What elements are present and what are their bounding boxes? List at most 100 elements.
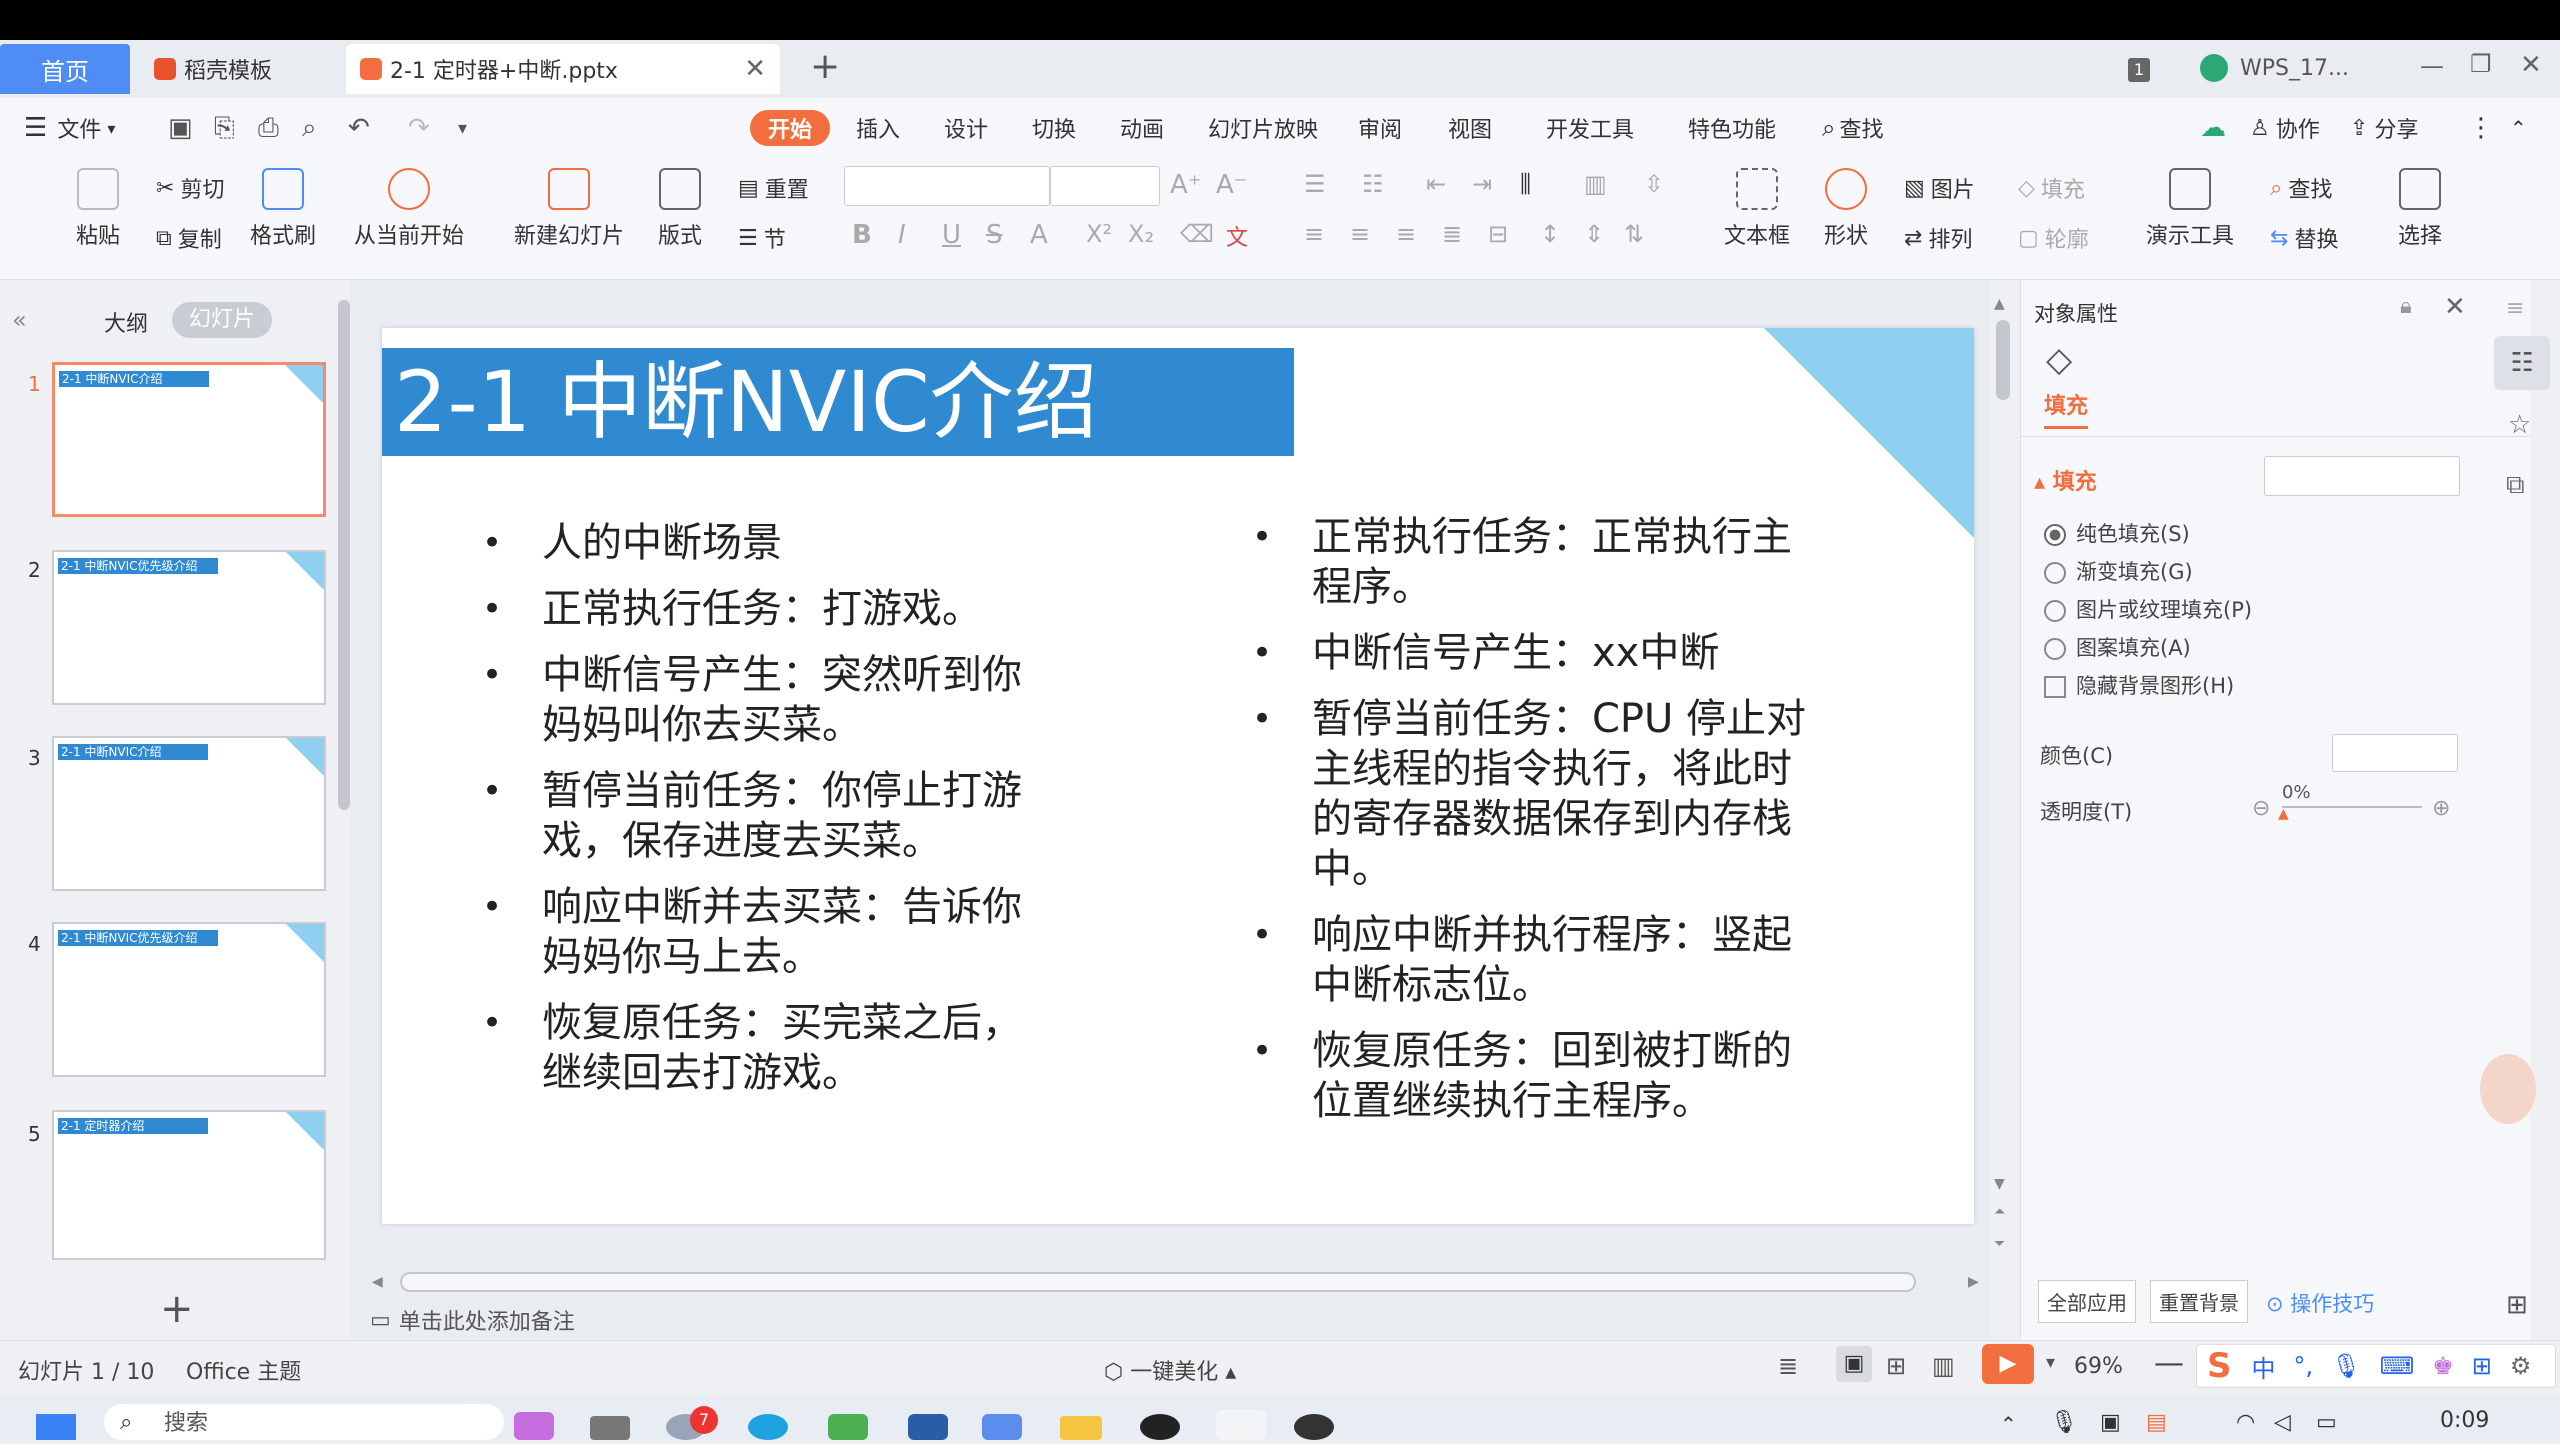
settings-icon[interactable]: ⚙ bbox=[2510, 1352, 2532, 1380]
tab-slides[interactable]: 幻灯片 bbox=[172, 302, 272, 338]
present-tools-button[interactable]: 演示工具 bbox=[2146, 168, 2234, 250]
assistant-avatar[interactable] bbox=[2480, 1054, 2536, 1124]
new-tab-button[interactable]: + bbox=[810, 46, 840, 87]
textbox-button[interactable]: 文本框 bbox=[1724, 168, 1790, 250]
subscript-icon[interactable]: X₂ bbox=[1128, 220, 1154, 248]
customize-toolbar-icon[interactable]: ▾ bbox=[458, 108, 467, 148]
section-button[interactable]: ☰ 节 bbox=[738, 222, 786, 254]
close-tab-icon[interactable]: ✕ bbox=[744, 54, 766, 84]
transparency-slider[interactable] bbox=[2282, 806, 2422, 808]
numbering-icon[interactable]: ☷ bbox=[1362, 170, 1384, 198]
paragraph-spacing-icon[interactable]: ⇕ bbox=[1584, 220, 1604, 248]
distribute-icon[interactable]: ⊟ bbox=[1488, 220, 1508, 248]
play-slideshow-button[interactable]: ▶ bbox=[1982, 1344, 2034, 1384]
volume-icon[interactable]: ◁ bbox=[2274, 1410, 2291, 1435]
canvas-horizontal-scrollbar[interactable] bbox=[400, 1272, 1916, 1292]
tips-link[interactable]: ⊙ 操作技巧 bbox=[2266, 1288, 2374, 1318]
slide-thumbnail[interactable]: 2-1 中断NVIC介绍 bbox=[52, 736, 326, 891]
tab-design[interactable]: 设计 bbox=[944, 108, 988, 148]
font-color-icon[interactable]: A bbox=[1030, 220, 1048, 250]
battery-icon[interactable]: ▭ bbox=[2316, 1410, 2337, 1435]
app-icon[interactable] bbox=[590, 1416, 630, 1440]
align-text-icon[interactable]: ⇳ bbox=[1644, 170, 1664, 198]
ime-mode[interactable]: 中 bbox=[2252, 1349, 2276, 1384]
justify-icon[interactable]: ≣ bbox=[1442, 220, 1462, 248]
pane-title[interactable]: 对象属性 bbox=[2034, 298, 2118, 328]
scroll-up-icon[interactable]: ▲ bbox=[1994, 296, 2005, 312]
search-command[interactable]: ⌕ 查找 bbox=[1822, 108, 1883, 148]
tab-animation[interactable]: 动画 bbox=[1120, 108, 1164, 148]
fill-type-select[interactable] bbox=[2264, 456, 2460, 496]
radio-pattern-fill[interactable]: 图案填充(A) bbox=[2044, 632, 2191, 662]
tab-developer[interactable]: 开发工具 bbox=[1546, 108, 1634, 148]
scroll-right-icon[interactable]: ▶ bbox=[1968, 1274, 1979, 1290]
layout-button[interactable]: 版式 bbox=[658, 168, 702, 250]
slide-sorter-icon[interactable]: ⊞ bbox=[1886, 1352, 1906, 1380]
reset-background-button[interactable]: 重置背景 bbox=[2150, 1280, 2248, 1323]
tab-document[interactable]: 2-1 定时器+中断.pptx ✕ bbox=[346, 44, 780, 94]
microphone-icon[interactable]: 🎙︎ bbox=[2050, 1410, 2078, 1435]
shrink-font-icon[interactable]: A⁻ bbox=[1216, 170, 1248, 200]
star-icon[interactable]: ☆ bbox=[2508, 410, 2531, 440]
print-icon[interactable]: ⎙ bbox=[258, 108, 279, 148]
line-spacing-icon[interactable]: ↕ bbox=[1540, 220, 1560, 248]
collapse-ribbon-icon[interactable]: ⌃ bbox=[2510, 108, 2527, 148]
lock-icon[interactable]: 🔒︎ bbox=[2400, 294, 2412, 319]
paste-button[interactable]: 粘贴 bbox=[76, 168, 120, 250]
next-slide-icon[interactable]: ⏷ bbox=[1994, 1236, 2005, 1252]
right-bullet-list[interactable]: 正常执行任务：正常执行主程序。 中断信号产生：xx中断 暂停当前任务：CPU 停… bbox=[1252, 512, 1822, 1142]
tab-outline[interactable]: 大纲 bbox=[104, 306, 148, 338]
tab-special[interactable]: 特色功能 bbox=[1688, 108, 1776, 148]
select-button[interactable]: 选择 bbox=[2398, 168, 2442, 250]
voice-icon[interactable]: 🎙︎ bbox=[2331, 1352, 2361, 1380]
undo-icon[interactable]: ↶ bbox=[348, 108, 370, 148]
find-button[interactable]: ⌕ 查找 bbox=[2270, 172, 2332, 204]
tab-transition[interactable]: 切换 bbox=[1032, 108, 1076, 148]
scroll-left-icon[interactable]: ◀ bbox=[372, 1274, 383, 1290]
format-painter-button[interactable]: 格式刷 bbox=[250, 168, 316, 250]
cut-button[interactable]: ✂ 剪切 bbox=[156, 172, 224, 204]
paragraph-settings-icon[interactable]: ⇅ bbox=[1624, 220, 1644, 248]
fill-button[interactable]: ◇ 填充 bbox=[2018, 172, 2085, 204]
reading-view-icon[interactable]: ▥ bbox=[1932, 1352, 1955, 1380]
fill-bucket-icon[interactable]: ◇ bbox=[2046, 340, 2072, 380]
slide-title[interactable]: 2-1 中断NVIC介绍 bbox=[394, 348, 1098, 456]
notes-toggle-icon[interactable]: ≣ bbox=[1778, 1352, 1798, 1380]
slider-handle[interactable]: ▲ bbox=[2278, 806, 2289, 822]
tab-view[interactable]: 视图 bbox=[1448, 108, 1492, 148]
fill-tab[interactable]: 填充 bbox=[2044, 388, 2089, 429]
align-right-icon[interactable]: ≡ bbox=[1396, 220, 1416, 248]
new-slide-button[interactable]: 新建幻灯片 bbox=[514, 168, 624, 250]
toolbox-icon[interactable]: ⊞ bbox=[2472, 1352, 2492, 1380]
pinyin-icon[interactable]: 文 bbox=[1226, 220, 1248, 252]
windows-start-icon[interactable] bbox=[36, 1414, 76, 1440]
print-preview-icon[interactable]: ⌕ bbox=[302, 108, 317, 148]
punctuation-icon[interactable]: °, bbox=[2294, 1352, 2314, 1380]
grow-font-icon[interactable]: A⁺ bbox=[1170, 170, 1202, 200]
copilot-icon[interactable] bbox=[514, 1412, 554, 1440]
shape-button[interactable]: 形状 bbox=[1824, 168, 1868, 250]
wifi-icon[interactable]: ◠ bbox=[2236, 1410, 2255, 1435]
thumbnail-scrollbar[interactable] bbox=[338, 300, 350, 810]
outline-button[interactable]: ▢ 轮廓 bbox=[2018, 222, 2089, 254]
italic-icon[interactable]: I bbox=[898, 220, 906, 250]
align-center-icon[interactable]: ≡ bbox=[1350, 220, 1370, 248]
slide-thumbnail[interactable]: 2-1 中断NVIC介绍 bbox=[52, 362, 326, 517]
save-icon[interactable]: ▣ bbox=[168, 108, 193, 148]
clock-time[interactable]: 0:09 bbox=[2440, 1408, 2489, 1433]
notes-area[interactable]: ▭ 单击此处添加备注 bbox=[370, 1304, 575, 1336]
wps-tray-icon[interactable]: ▤ bbox=[2146, 1410, 2167, 1435]
collab-button[interactable]: ♙ 协作 bbox=[2250, 108, 2320, 148]
underline-icon[interactable]: U bbox=[942, 220, 961, 250]
file-explorer-icon[interactable] bbox=[1060, 1416, 1102, 1440]
window-count-badge[interactable]: 1 bbox=[2128, 58, 2150, 82]
slide-thumbnail[interactable]: 2-1 中断NVIC优先级介绍 bbox=[52, 922, 326, 1077]
collapse-pane-icon[interactable]: « bbox=[12, 306, 27, 334]
export-icon[interactable]: ⎘ bbox=[214, 108, 235, 148]
superscript-icon[interactable]: X² bbox=[1086, 220, 1112, 248]
bold-icon[interactable]: B bbox=[852, 220, 872, 250]
reset-button[interactable]: ▤ 重置 bbox=[738, 172, 809, 204]
cloud-sync-icon[interactable]: ☁ bbox=[2200, 108, 2226, 148]
text-direction-icon[interactable]: ⫼ bbox=[1520, 170, 1531, 198]
tab-review[interactable]: 审阅 bbox=[1358, 108, 1402, 148]
